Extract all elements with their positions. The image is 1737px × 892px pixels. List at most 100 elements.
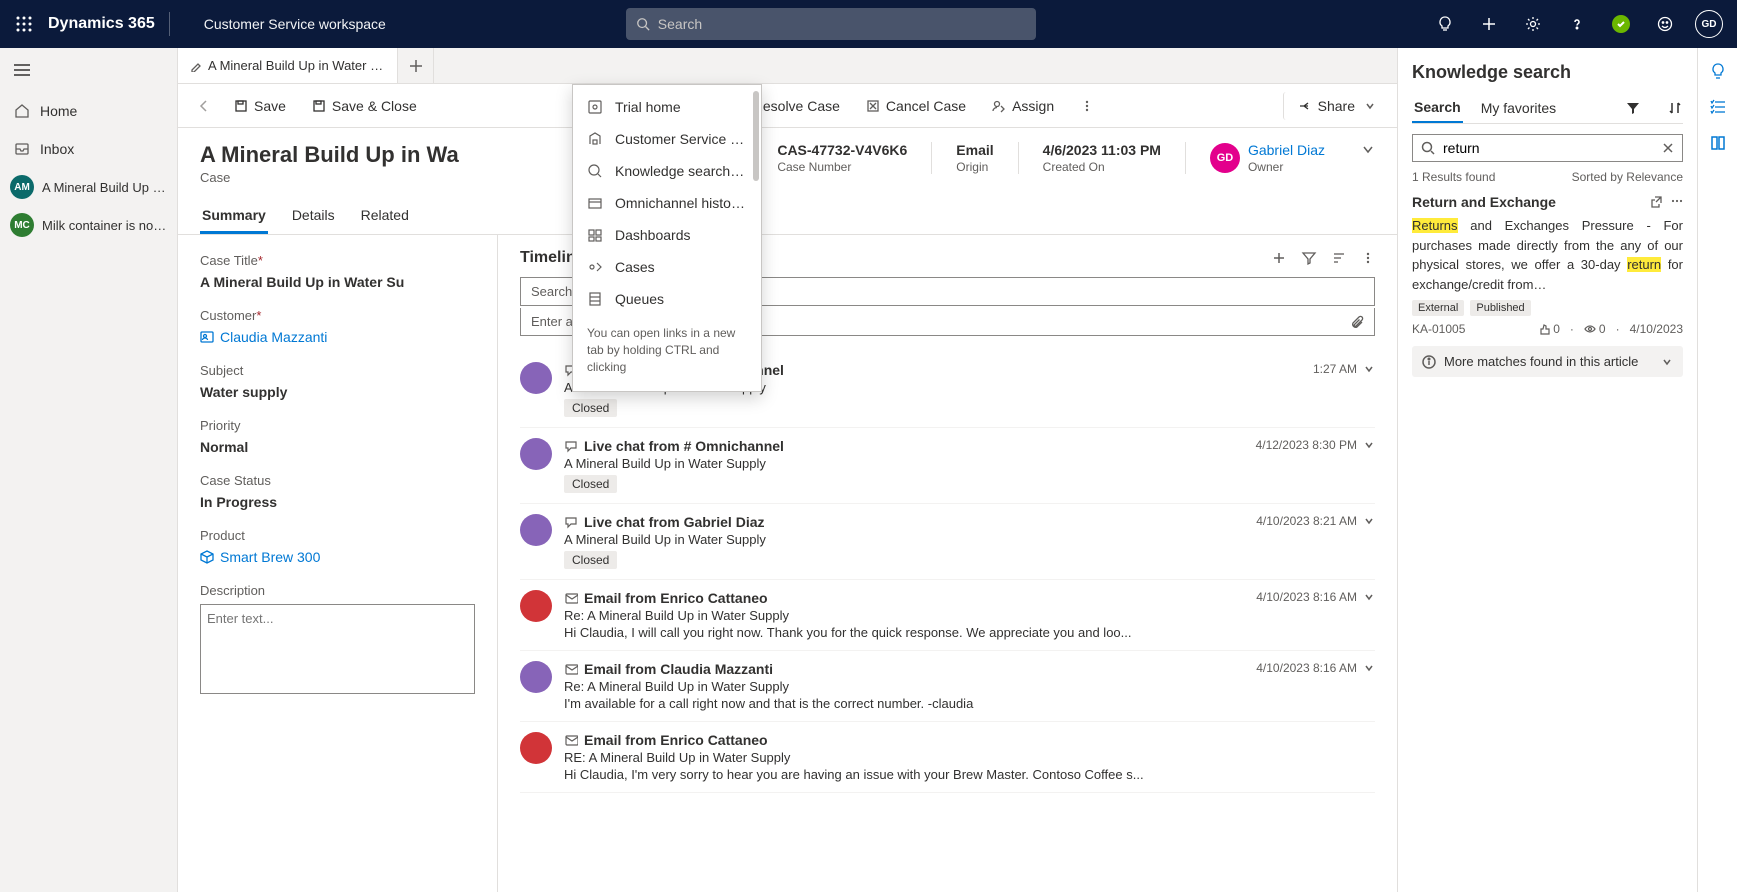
- menu-item[interactable]: Trial home: [573, 91, 761, 123]
- global-search[interactable]: Search: [626, 8, 1036, 40]
- cancel-case-button[interactable]: Cancel Case: [856, 92, 976, 120]
- entry-avatar: [520, 732, 552, 764]
- session-item[interactable]: MCMilk container is not fi...: [0, 206, 177, 244]
- menu-item-icon: [587, 131, 603, 147]
- record-tabs: Summary Details Related: [178, 191, 1397, 235]
- help-icon[interactable]: [1557, 0, 1597, 48]
- timeline-add-icon[interactable]: [1271, 250, 1287, 266]
- hamburger-icon[interactable]: [0, 48, 177, 92]
- search-placeholder: Search: [658, 16, 702, 32]
- save-button[interactable]: Save: [224, 92, 296, 120]
- filter-icon[interactable]: [1625, 100, 1641, 116]
- lightbulb-icon[interactable]: [1425, 0, 1465, 48]
- menu-item-label: Trial home: [615, 99, 681, 115]
- session-tab[interactable]: A Mineral Build Up in Water S...: [178, 48, 398, 83]
- timeline-entry[interactable]: Email from Claudia MazzantiRe: A Mineral…: [520, 651, 1375, 722]
- menu-item[interactable]: Customer Service hist...: [573, 123, 761, 155]
- knowledge-rail-icon[interactable]: [1709, 134, 1727, 152]
- entry-desc: Hi Claudia, I'm very sorry to hear you a…: [564, 767, 1375, 782]
- overflow-button[interactable]: [1070, 93, 1104, 119]
- brand-name[interactable]: Dynamics 365: [48, 15, 155, 33]
- chevron-down-icon[interactable]: [1363, 515, 1375, 527]
- tasks-rail-icon[interactable]: [1709, 98, 1727, 116]
- priority-value[interactable]: Normal: [200, 439, 475, 455]
- nav-inbox[interactable]: Inbox: [0, 130, 177, 168]
- customer-link[interactable]: Claudia Mazzanti: [200, 329, 475, 345]
- result-more-icon[interactable]: [1671, 195, 1683, 209]
- thumbs-up-icon[interactable]: 0: [1538, 322, 1560, 336]
- owner-avatar: GD: [1210, 143, 1240, 173]
- email-icon: [564, 733, 578, 747]
- chevron-down-icon[interactable]: [1363, 363, 1375, 375]
- description-input[interactable]: [200, 604, 475, 694]
- timeline-filter-icon[interactable]: [1301, 250, 1317, 266]
- menu-item-icon: [587, 259, 603, 275]
- knowledge-tab-search[interactable]: Search: [1412, 93, 1463, 123]
- scrollbar[interactable]: [753, 91, 759, 181]
- clear-icon[interactable]: [1662, 142, 1674, 154]
- owner-link[interactable]: Gabriel Diaz: [1248, 142, 1325, 158]
- header-chevron-down-icon[interactable]: [1361, 142, 1375, 156]
- menu-item-label: Omnichannel historic...: [615, 195, 747, 211]
- add-icon[interactable]: [1469, 0, 1509, 48]
- timeline-entry[interactable]: Live chat from Gabriel DiazA Mineral Bui…: [520, 504, 1375, 580]
- workspace-name[interactable]: Customer Service workspace: [204, 16, 386, 32]
- share-button[interactable]: Share: [1283, 92, 1385, 120]
- session-item[interactable]: AMA Mineral Build Up in ...: [0, 168, 177, 206]
- lightbulb-rail-icon[interactable]: [1709, 62, 1727, 80]
- menu-item-icon: [587, 227, 603, 243]
- save-close-icon: [312, 99, 326, 113]
- back-button[interactable]: [190, 92, 218, 120]
- more-matches[interactable]: More matches found in this article: [1412, 346, 1683, 377]
- user-avatar[interactable]: GD: [1689, 0, 1729, 48]
- menu-hint: You can open links in a new tab by holdi…: [573, 315, 761, 385]
- presence-indicator[interactable]: [1601, 0, 1641, 48]
- timeline-sort-icon[interactable]: [1331, 250, 1347, 266]
- timeline-entry[interactable]: Email from Enrico CattaneoRe: A Mineral …: [520, 580, 1375, 651]
- sort-label: Sorted by Relevance: [1572, 170, 1683, 184]
- session-label: Milk container is not fi...: [42, 218, 167, 233]
- chevron-down-icon[interactable]: [1363, 662, 1375, 674]
- subject-value[interactable]: Water supply: [200, 384, 475, 400]
- case-title-value[interactable]: A Mineral Build Up in Water Su: [200, 274, 475, 290]
- results-count: 1 Results found: [1412, 170, 1495, 184]
- sort-icon[interactable]: [1667, 100, 1683, 116]
- menu-item[interactable]: Knowledge search an...: [573, 155, 761, 187]
- pencil-icon: [190, 60, 202, 72]
- add-tab-button[interactable]: [398, 48, 434, 83]
- timeline-entry[interactable]: Email from Enrico CattaneoRE: A Mineral …: [520, 722, 1375, 793]
- menu-item[interactable]: Queues: [573, 283, 761, 315]
- entry-avatar: [520, 362, 552, 394]
- link-icon[interactable]: [1649, 195, 1663, 209]
- attach-icon[interactable]: [1350, 315, 1364, 329]
- save-close-button[interactable]: Save & Close: [302, 92, 427, 120]
- chevron-down-icon[interactable]: [1363, 439, 1375, 451]
- knowledge-search-input[interactable]: [1412, 134, 1683, 162]
- menu-item[interactable]: Omnichannel historic...: [573, 187, 761, 219]
- menu-item[interactable]: Dashboards: [573, 219, 761, 251]
- gear-icon[interactable]: [1513, 0, 1553, 48]
- assign-button[interactable]: Assign: [982, 92, 1064, 120]
- tab-details[interactable]: Details: [290, 199, 337, 234]
- product-link[interactable]: Smart Brew 300: [200, 549, 475, 565]
- status-value[interactable]: In Progress: [200, 494, 475, 510]
- tab-summary[interactable]: Summary: [200, 199, 268, 234]
- left-navigation: Home Inbox AMA Mineral Build Up in ...MC…: [0, 48, 178, 892]
- timeline-entry[interactable]: Live chat from # OmnichannelA Mineral Bu…: [520, 428, 1375, 504]
- timeline-more-icon[interactable]: [1361, 251, 1375, 265]
- chat-icon: [564, 439, 578, 453]
- chevron-down-icon[interactable]: [1363, 591, 1375, 603]
- session-tab-label: A Mineral Build Up in Water S...: [208, 58, 385, 73]
- tab-related[interactable]: Related: [359, 199, 411, 234]
- menu-item[interactable]: Cases: [573, 251, 761, 283]
- result-tag: External: [1412, 300, 1464, 316]
- email-icon: [564, 591, 578, 605]
- app-launcher-icon[interactable]: [8, 8, 40, 40]
- knowledge-tab-favorites[interactable]: My favorites: [1479, 94, 1558, 122]
- created-on: 4/6/2023 11:03 PM: [1043, 142, 1161, 158]
- header-actions: GD: [1425, 0, 1729, 48]
- entry-avatar: [520, 661, 552, 693]
- knowledge-result[interactable]: Return and Exchange Returns and Exchange…: [1412, 194, 1683, 336]
- nav-home[interactable]: Home: [0, 92, 177, 130]
- emoji-icon[interactable]: [1645, 0, 1685, 48]
